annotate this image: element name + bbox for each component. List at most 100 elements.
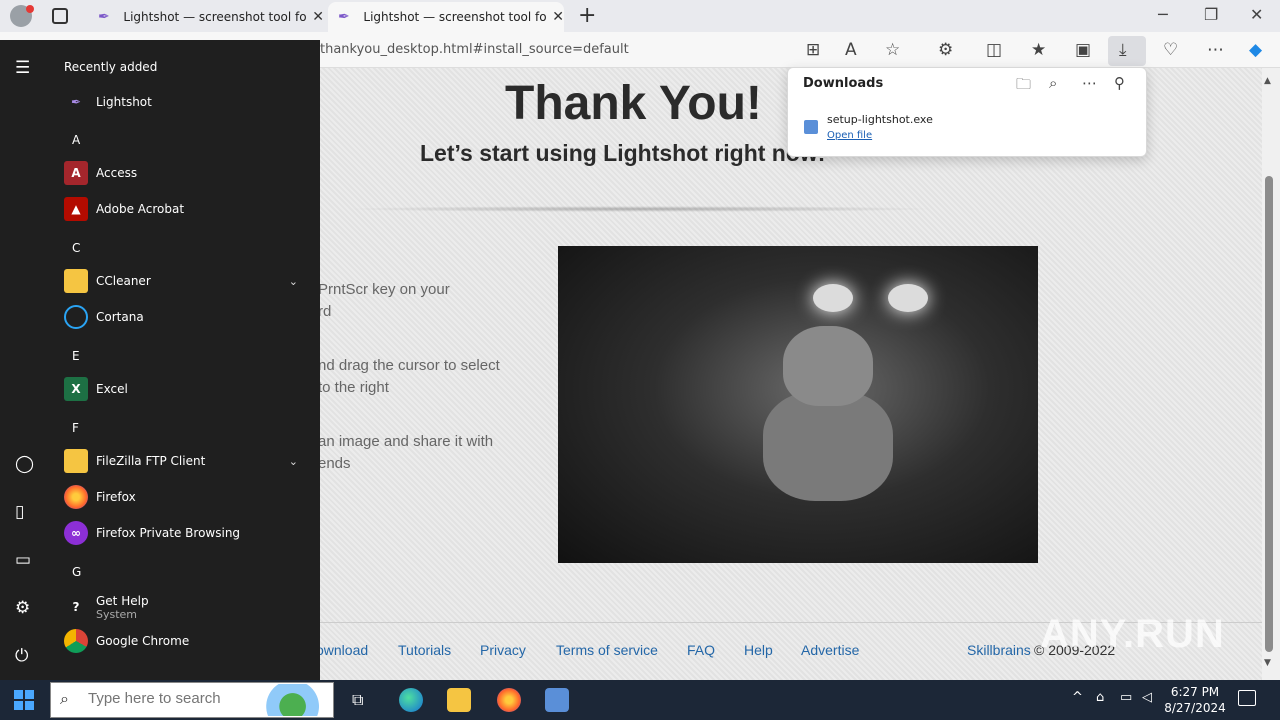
- edge-icon[interactable]: [399, 688, 423, 712]
- app-excel[interactable]: X Excel: [64, 375, 304, 403]
- lightshot-feather-icon: ✒: [98, 9, 110, 25]
- apps-grid-icon[interactable]: ⊞: [806, 40, 820, 60]
- app-cortana[interactable]: Cortana: [64, 303, 304, 331]
- profile-notification-dot: [26, 5, 34, 13]
- app-label: Adobe Acrobat: [96, 202, 185, 216]
- firefox-private-icon: ∞: [64, 521, 88, 545]
- divider: [340, 206, 940, 212]
- search-input[interactable]: [88, 690, 258, 707]
- footer-link-privacy[interactable]: Privacy: [480, 642, 526, 658]
- scroll-up-icon[interactable]: ▲: [1264, 76, 1271, 86]
- display-icon[interactable]: ▭: [1120, 690, 1132, 705]
- app-access[interactable]: A Access: [64, 159, 304, 187]
- firefox-taskbar-icon[interactable]: [497, 688, 521, 712]
- app-firefox-private[interactable]: ∞ Firefox Private Browsing: [64, 519, 304, 547]
- pin-icon[interactable]: ⚲: [1114, 74, 1125, 92]
- app-label: Cortana: [96, 310, 144, 324]
- app-label: Firefox Private Browsing: [96, 526, 241, 540]
- downloads-title: Downloads: [803, 76, 884, 91]
- letter-header-a[interactable]: A: [72, 133, 80, 147]
- app-get-help[interactable]: ? Get Help System: [64, 591, 304, 623]
- app-label: Google Chrome: [96, 634, 190, 648]
- downloads-button-active[interactable]: [1108, 36, 1146, 66]
- volume-icon[interactable]: ◁: [1142, 690, 1152, 705]
- close-tab-icon[interactable]: ✕: [312, 9, 324, 25]
- footer-link-help[interactable]: Help: [744, 642, 773, 658]
- collections-icon[interactable]: ▣: [1075, 40, 1091, 60]
- download-icon[interactable]: ⤓: [1119, 40, 1127, 60]
- copilot-icon[interactable]: ◆: [1249, 40, 1262, 60]
- footer-link-terms[interactable]: Terms of service: [556, 642, 658, 658]
- split-screen-icon[interactable]: ◫: [986, 40, 1002, 60]
- read-aloud-icon[interactable]: A: [845, 40, 857, 60]
- step-text: to the right: [318, 379, 389, 396]
- scroll-thumb[interactable]: [1265, 176, 1273, 652]
- app-adobe-acrobat[interactable]: ▲ Adobe Acrobat: [64, 195, 304, 223]
- settings-gear-icon[interactable]: ⚙: [15, 598, 30, 618]
- skillbrains-link[interactable]: Skillbrains: [967, 642, 1031, 658]
- extensions-icon[interactable]: ⚙: [938, 40, 953, 60]
- page-subtitle: Let’s start using Lightshot right now!: [420, 140, 826, 166]
- chevron-up-icon[interactable]: ^: [1072, 690, 1083, 705]
- chevron-down-icon: ⌄: [288, 274, 298, 288]
- address-bar[interactable]: thankyou_desktop.html#install_source=def…: [320, 42, 629, 57]
- lightshot-feather-icon: ✒: [338, 9, 350, 25]
- open-file-link[interactable]: Open file: [827, 130, 872, 141]
- browser-essentials-icon[interactable]: ♡: [1163, 40, 1178, 60]
- app-google-chrome[interactable]: Google Chrome: [64, 627, 304, 655]
- system-clock[interactable]: 6:27 PM 8/27/2024: [1160, 684, 1230, 716]
- app-firefox[interactable]: Firefox: [64, 483, 304, 511]
- hamburger-menu-icon[interactable]: ☰: [15, 58, 30, 78]
- footer-link-faq[interactable]: FAQ: [687, 642, 715, 658]
- footer-link-tutorials[interactable]: Tutorials: [398, 642, 451, 658]
- notifications-icon[interactable]: [1238, 690, 1256, 706]
- restore-icon[interactable]: ❐: [1204, 5, 1218, 24]
- app-label: Firefox: [96, 490, 136, 504]
- task-view-icon[interactable]: ⧉: [352, 690, 363, 710]
- letter-header-f[interactable]: F: [72, 421, 79, 435]
- letter-header-g[interactable]: G: [72, 565, 81, 579]
- app-filezilla-folder[interactable]: FileZilla FTP Client ⌄: [64, 447, 304, 475]
- app-ccleaner-folder[interactable]: CCleaner ⌄: [64, 267, 304, 295]
- download-file-name[interactable]: setup-lightshot.exe: [827, 113, 933, 126]
- clock-time: 6:27 PM: [1170, 685, 1220, 699]
- scroll-down-icon[interactable]: ▼: [1264, 658, 1271, 668]
- favorites-icon[interactable]: ★: [1031, 40, 1046, 60]
- network-icon[interactable]: ⌂: [1096, 690, 1104, 705]
- app-label-group: Get Help System: [96, 594, 149, 621]
- headlight: [813, 284, 853, 312]
- search-highlight-art: [262, 684, 330, 716]
- minimize-icon[interactable]: ─: [1158, 5, 1168, 24]
- favorite-star-icon[interactable]: ☆: [885, 40, 900, 60]
- pictures-icon[interactable]: ▭: [15, 550, 31, 570]
- close-tab-icon[interactable]: ✕: [552, 9, 564, 25]
- browser-tab-2-active[interactable]: ✒ Lightshot — screenshot tool for Mac & …: [328, 2, 564, 32]
- search-downloads-icon[interactable]: ⌕: [1049, 74, 1057, 92]
- start-menu: ☰ ◯ ▯ ▭ ⚙ ⏻ Recently added ✒ Lightshot A…: [0, 40, 320, 680]
- file-explorer-icon[interactable]: [447, 688, 471, 712]
- cortana-icon: [64, 305, 88, 329]
- footer-link-advertise[interactable]: Advertise: [801, 642, 859, 658]
- open-folder-icon[interactable]: 🗀: [1016, 74, 1031, 99]
- access-icon: A: [64, 161, 88, 185]
- browser-tab-1[interactable]: ✒ Lightshot — screenshot tool for Mac & …: [88, 2, 324, 32]
- installer-file-icon: [804, 120, 818, 134]
- power-icon[interactable]: ⏻: [15, 646, 28, 666]
- more-menu-icon[interactable]: ⋯: [1207, 40, 1224, 60]
- app-label: FileZilla FTP Client: [96, 454, 206, 468]
- user-account-icon[interactable]: ◯: [15, 454, 34, 474]
- close-window-icon[interactable]: ✕: [1250, 5, 1263, 24]
- windows-start-icon[interactable]: [14, 690, 34, 710]
- letter-header-c[interactable]: C: [72, 241, 80, 255]
- app-label: Lightshot: [96, 95, 152, 109]
- app-sublabel: System: [96, 607, 138, 621]
- app-lightshot[interactable]: ✒ Lightshot: [64, 88, 304, 116]
- documents-icon[interactable]: ▯: [15, 502, 24, 522]
- more-options-icon[interactable]: ⋯: [1082, 74, 1097, 92]
- new-tab-icon[interactable]: +: [578, 3, 596, 28]
- installer-taskbar-icon[interactable]: [545, 688, 569, 712]
- letter-header-e[interactable]: E: [72, 349, 80, 363]
- footer-link-download[interactable]: ownload: [316, 642, 368, 658]
- folder-icon: [64, 269, 88, 293]
- tab-actions-icon[interactable]: [52, 8, 68, 24]
